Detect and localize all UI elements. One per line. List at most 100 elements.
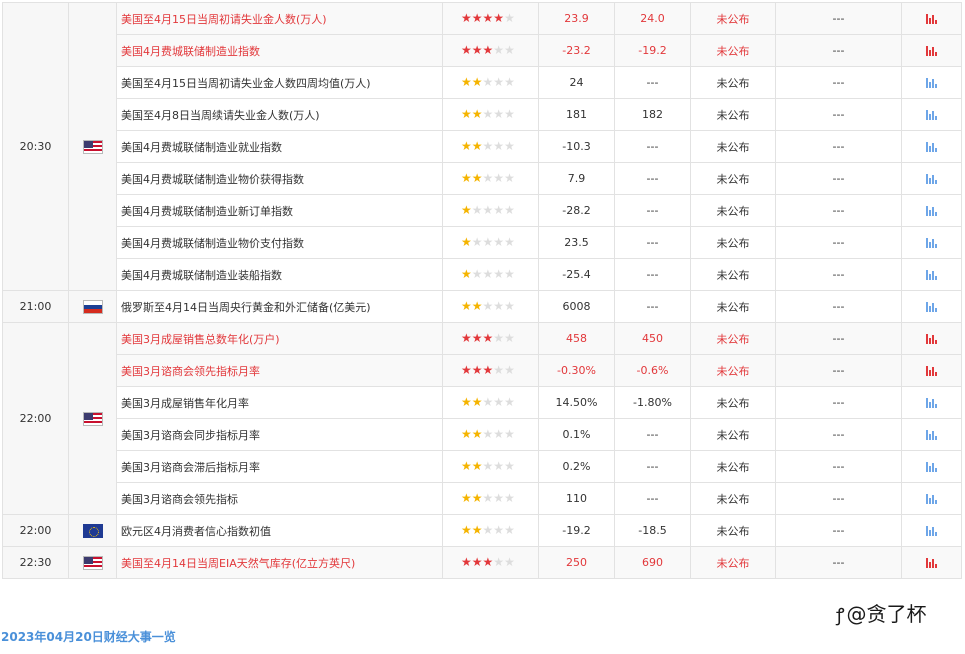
impact-value: --- — [775, 130, 902, 163]
table-row: 美国4月费城联储制造业指数 ★★★★★ -23.2 -19.2 未公布 --- — [3, 34, 962, 67]
chart-cell[interactable] — [901, 258, 962, 291]
chart-cell[interactable] — [901, 98, 962, 131]
star-filled-icon: ★ — [482, 363, 494, 377]
event-name[interactable]: 美国3月谘商会领先指标 — [116, 482, 443, 515]
table-row: 美国4月费城联储制造业就业指数 ★★★★★ -10.3 --- 未公布 --- — [3, 130, 962, 163]
star-empty-icon: ★ — [482, 523, 494, 537]
impact-value: --- — [775, 546, 902, 579]
previous-value: -28.2 — [538, 194, 615, 227]
star-empty-icon: ★ — [482, 299, 494, 313]
star-filled-icon: ★ — [471, 331, 483, 345]
actual-value: 未公布 — [690, 194, 776, 227]
star-empty-icon: ★ — [504, 75, 515, 89]
forecast-value: --- — [614, 450, 691, 483]
chart-cell[interactable] — [901, 418, 962, 451]
impact-value: --- — [775, 514, 902, 547]
star-filled-icon: ★ — [461, 459, 472, 473]
bar-chart-icon[interactable] — [926, 206, 937, 216]
impact-value: --- — [775, 66, 902, 99]
forecast-value: 24.0 — [614, 2, 691, 35]
event-name[interactable]: 美国4月费城联储制造业新订单指数 — [116, 194, 443, 227]
star-empty-icon: ★ — [482, 139, 494, 153]
chart-cell[interactable] — [901, 2, 962, 35]
event-name[interactable]: 美国3月谘商会同步指标月率 — [116, 418, 443, 451]
star-empty-icon: ★ — [482, 107, 494, 121]
star-empty-icon: ★ — [482, 395, 494, 409]
bar-chart-icon[interactable] — [926, 110, 937, 120]
bar-chart-icon[interactable] — [926, 46, 937, 56]
star-rating: ★★★★★ — [461, 76, 515, 88]
event-name[interactable]: 欧元区4月消费者信心指数初值 — [116, 514, 443, 547]
chart-cell[interactable] — [901, 130, 962, 163]
chart-cell[interactable] — [901, 34, 962, 67]
chart-cell[interactable] — [901, 450, 962, 483]
event-name[interactable]: 美国至4月15日当周初请失业金人数四周均值(万人) — [116, 66, 443, 99]
chart-cell[interactable] — [901, 546, 962, 579]
star-rating: ★★★★★ — [461, 364, 515, 376]
bar-chart-icon[interactable] — [926, 14, 937, 24]
event-name[interactable]: 美国4月费城联储制造业装船指数 — [116, 258, 443, 291]
forecast-value: 690 — [614, 546, 691, 579]
forecast-value: -0.6% — [614, 354, 691, 387]
bar-chart-icon[interactable] — [926, 302, 937, 312]
star-empty-icon: ★ — [504, 427, 515, 441]
impact-value: --- — [775, 98, 902, 131]
event-name[interactable]: 美国4月费城联储制造业指数 — [116, 34, 443, 67]
bar-chart-icon[interactable] — [926, 78, 937, 88]
event-name[interactable]: 美国至4月15日当周初请失业金人数(万人) — [116, 2, 443, 35]
star-empty-icon: ★ — [504, 235, 515, 249]
bar-chart-icon[interactable] — [926, 398, 937, 408]
chart-cell[interactable] — [901, 482, 962, 515]
event-name[interactable]: 美国3月谘商会领先指标月率 — [116, 354, 443, 387]
event-name[interactable]: 俄罗斯至4月14日当周央行黄金和外汇储备(亿美元) — [116, 290, 443, 323]
star-empty-icon: ★ — [493, 427, 505, 441]
star-rating: ★★★★★ — [461, 460, 515, 472]
bar-chart-icon[interactable] — [926, 462, 937, 472]
bar-chart-icon[interactable] — [926, 142, 937, 152]
bar-chart-icon[interactable] — [926, 334, 937, 344]
chart-cell[interactable] — [901, 162, 962, 195]
event-time: 22:00 — [2, 514, 69, 547]
chart-cell[interactable] — [901, 354, 962, 387]
chart-cell[interactable] — [901, 322, 962, 355]
forecast-value: --- — [614, 162, 691, 195]
chart-cell[interactable] — [901, 194, 962, 227]
event-name[interactable]: 美国至4月8日当周续请失业金人数(万人) — [116, 98, 443, 131]
bar-chart-icon[interactable] — [926, 270, 937, 280]
bar-chart-icon[interactable] — [926, 494, 937, 504]
table-row: 美国3月成屋销售年化月率 ★★★★★ 14.50% -1.80% 未公布 --- — [3, 386, 962, 419]
star-filled-icon: ★ — [471, 363, 483, 377]
event-name[interactable]: 美国至4月14日当周EIA天然气库存(亿立方英尺) — [116, 546, 443, 579]
chart-cell[interactable] — [901, 386, 962, 419]
star-empty-icon: ★ — [493, 235, 505, 249]
importance-stars: ★★★★★ — [442, 258, 539, 291]
impact-value: --- — [775, 226, 902, 259]
event-name[interactable]: 美国3月成屋销售年化月率 — [116, 386, 443, 419]
chart-cell[interactable] — [901, 290, 962, 323]
bar-chart-icon[interactable] — [926, 558, 937, 568]
event-name[interactable]: 美国3月成屋销售总数年化(万户) — [116, 322, 443, 355]
importance-stars: ★★★★★ — [442, 194, 539, 227]
star-empty-icon: ★ — [504, 203, 515, 217]
event-name[interactable]: 美国3月谘商会滞后指标月率 — [116, 450, 443, 483]
table-row: 美国3月谘商会同步指标月率 ★★★★★ 0.1% --- 未公布 --- — [3, 418, 962, 451]
event-name[interactable]: 美国4月费城联储制造业物价获得指数 — [116, 162, 443, 195]
star-empty-icon: ★ — [504, 139, 515, 153]
event-name[interactable]: 美国4月费城联储制造业就业指数 — [116, 130, 443, 163]
chart-cell[interactable] — [901, 226, 962, 259]
importance-stars: ★★★★★ — [442, 354, 539, 387]
chart-cell[interactable] — [901, 66, 962, 99]
impact-value: --- — [775, 258, 902, 291]
actual-value: 未公布 — [690, 514, 776, 547]
bar-chart-icon[interactable] — [926, 366, 937, 376]
bar-chart-icon[interactable] — [926, 174, 937, 184]
chart-cell[interactable] — [901, 514, 962, 547]
bar-chart-icon[interactable] — [926, 430, 937, 440]
bar-chart-icon[interactable] — [926, 238, 937, 248]
daily-events-link[interactable]: 2023年04月20日财经大事一览 — [1, 628, 176, 645]
star-empty-icon: ★ — [482, 267, 494, 281]
table-row: 20:30 美国至4月15日当周初请失业金人数(万人) ★★★★★ 23.9 24.0 未… — [2, 2, 962, 291]
event-name[interactable]: 美国4月费城联储制造业物价支付指数 — [116, 226, 443, 259]
star-filled-icon: ★ — [471, 171, 483, 185]
bar-chart-icon[interactable] — [926, 526, 937, 536]
